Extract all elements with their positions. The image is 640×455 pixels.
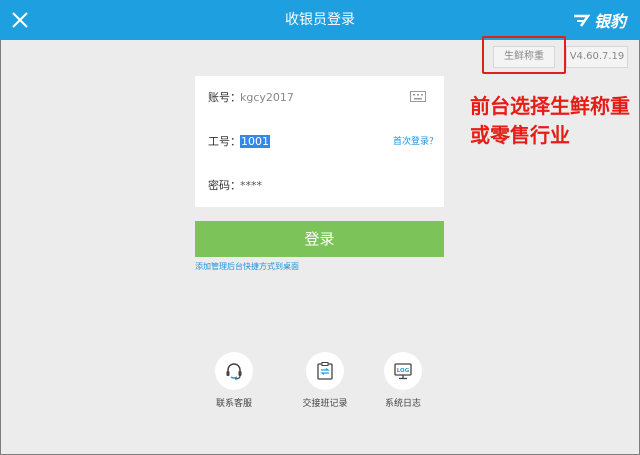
brand-mark-icon [573, 14, 591, 27]
employee-input[interactable]: 1001 [240, 120, 270, 164]
password-input[interactable]: **** [240, 164, 262, 208]
annotation-line-1: 前台选择生鲜称重 [470, 94, 630, 118]
shift-record-button[interactable]: 交接班记录 [290, 352, 360, 409]
system-log-label: 系统日志 [384, 399, 421, 409]
annotation-line-2: 或零售行业 [470, 123, 570, 147]
log-icon-text: LOG [397, 368, 410, 374]
shift-record-icon [317, 362, 333, 380]
annotation-text: 前台选择生鲜称重 或零售行业 [470, 92, 640, 150]
login-form: 账号： 工号： 1001 首次登录？ 密码： **** [195, 76, 444, 207]
account-row: 账号： [195, 76, 444, 120]
page-title: 收银员登录 [285, 12, 355, 28]
brand-logo: 银豹 [572, 9, 626, 31]
system-log-button[interactable]: LOG 系统日志 [368, 352, 438, 409]
contact-support-label: 联系客服 [215, 399, 252, 409]
password-value: **** [240, 179, 262, 192]
shift-record-circle [306, 352, 344, 390]
login-button[interactable]: 登录 [195, 221, 444, 257]
log-icon: LOG [394, 363, 412, 380]
system-log-circle: LOG [384, 352, 422, 390]
title-bar: 收银员登录 银豹 [0, 0, 640, 40]
brand-name: 银豹 [593, 12, 626, 31]
employee-row: 工号： 1001 首次登录？ [195, 120, 444, 164]
account-input[interactable] [240, 91, 400, 104]
add-shortcut-link[interactable]: 添加管理后台快捷方式到桌面 [195, 261, 299, 272]
contact-support-button[interactable]: 联系客服 [199, 352, 269, 409]
keyboard-icon[interactable] [410, 91, 426, 102]
account-label: 账号： [208, 91, 241, 104]
employee-value: 1001 [240, 135, 270, 148]
headset-icon [226, 363, 242, 380]
password-row: 密码： **** [195, 164, 444, 208]
employee-label: 工号： [208, 135, 241, 148]
shift-record-label: 交接班记录 [302, 399, 348, 409]
highlight-box [482, 36, 566, 74]
first-login-link[interactable]: 首次登录？ [393, 120, 438, 164]
version-label: V4.60.7.19 [566, 46, 628, 68]
password-label: 密码： [208, 179, 241, 192]
contact-support-circle [215, 352, 253, 390]
